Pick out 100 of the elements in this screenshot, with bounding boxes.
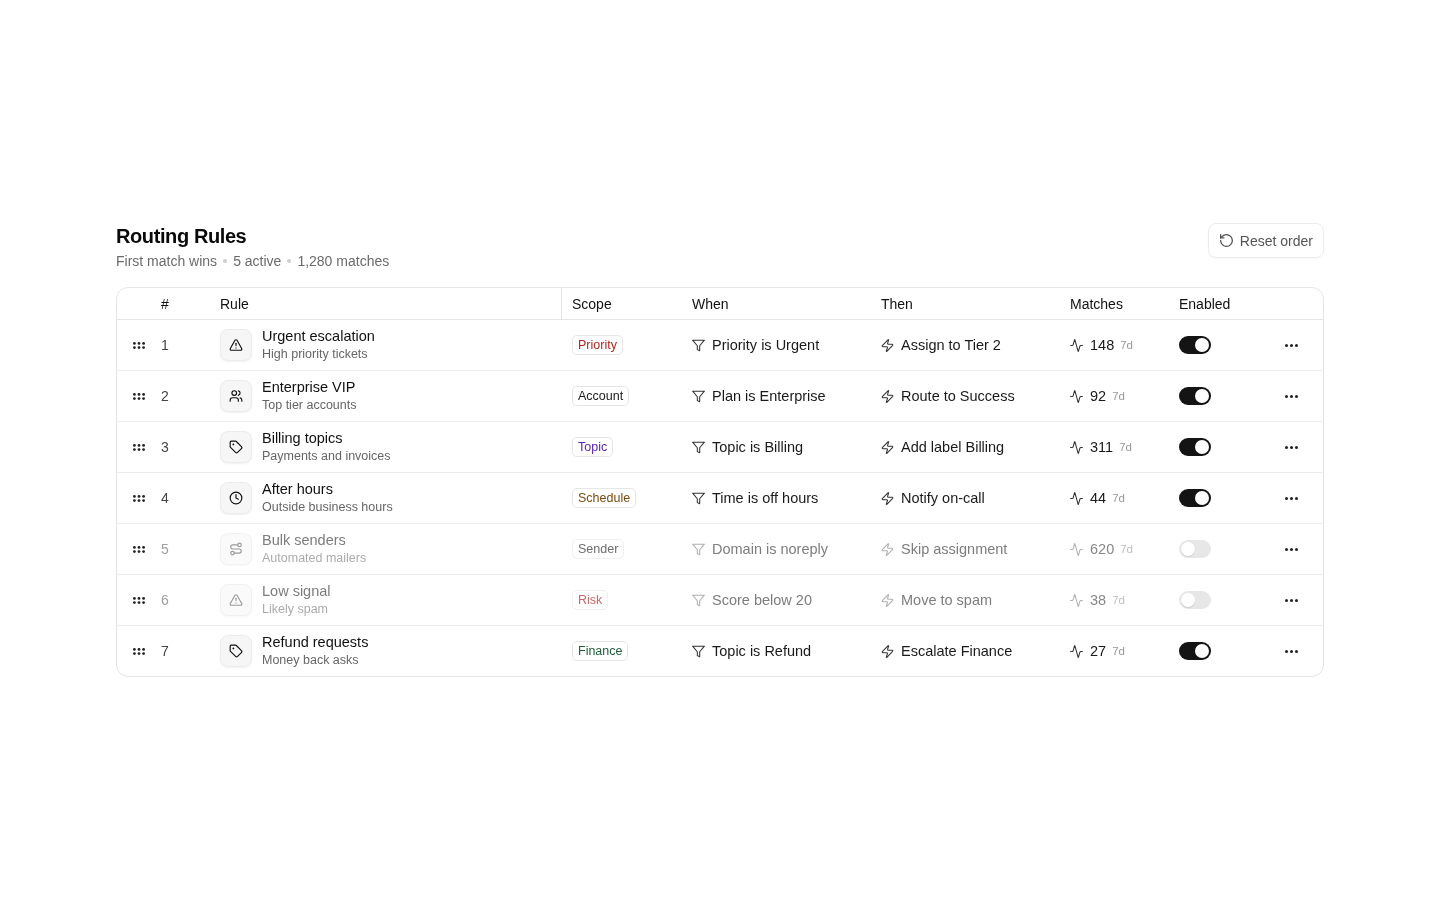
pulse-icon [1070,542,1083,556]
more-icon[interactable] [1285,343,1298,347]
scope-tag: Topic [572,437,614,457]
scope-tag: Priority [572,335,623,355]
drag-handle-icon[interactable] [133,341,145,349]
lightning-icon [881,338,894,352]
match-count: 27 [1090,643,1107,659]
more-icon[interactable] [1285,547,1298,551]
action-text: Assign to Tier 2 [901,337,1001,353]
page-title: Routing Rules [116,224,248,249]
scope-tag: Risk [572,590,609,610]
match-count: 38 [1090,592,1107,608]
row-number: 3 [161,439,169,455]
toggle-switch[interactable] [1179,540,1211,558]
rule-title: Enterprise VIP [262,378,357,397]
rule-description: Likely spam [262,601,329,618]
row-number: 1 [161,337,169,353]
scope-tag: Account [572,386,630,406]
pulse-icon [1070,338,1083,352]
column-header: Matches [1070,295,1123,312]
match-period: 7d [1119,441,1132,453]
match-period: 7d [1112,492,1125,504]
column-header: When [692,295,729,312]
drag-handle-icon[interactable] [133,494,145,502]
scope-tag: Sender [572,539,625,559]
pulse-icon [1070,644,1083,658]
toggle-switch[interactable] [1179,336,1211,354]
rule-description: Automated mailers [262,550,367,567]
pulse-icon [1070,440,1083,454]
toggle-switch[interactable] [1179,642,1211,660]
condition-text: Score below 20 [712,592,812,608]
tag-icon [220,635,252,667]
separator-dot-icon [287,259,292,263]
drag-handle-icon[interactable] [133,647,145,655]
filter-icon [692,491,705,505]
condition-text: Domain is noreply [712,541,829,557]
scope-tag: Finance [572,641,629,661]
lightning-icon [881,542,894,556]
rule-description: Money back asks [262,652,360,669]
column-header: Rule [220,295,249,312]
match-count: 311 [1090,439,1114,455]
toggle-switch[interactable] [1179,489,1211,507]
match-count: 148 [1090,337,1115,353]
separator-dot-icon [223,259,228,263]
rule-title: Billing topics [262,429,344,448]
more-icon[interactable] [1285,445,1298,449]
row-number: 2 [161,388,169,404]
rule-description: Top tier accounts [262,397,357,414]
pulse-icon [1070,389,1083,403]
row-number: 5 [161,541,169,557]
rule-description: Payments and invoices [262,448,391,465]
row-number: 7 [161,643,169,659]
lightning-icon [881,440,894,454]
drag-handle-icon[interactable] [133,443,145,451]
rule-title: Urgent escalation [262,327,375,346]
lightning-icon [881,491,894,505]
row-number: 6 [161,592,169,608]
action-text: Route to Success [901,388,1015,404]
scope-tag: Schedule [572,488,637,508]
drag-handle-icon[interactable] [133,392,145,400]
match-period: 7d [1112,390,1125,402]
filter-icon [692,338,705,352]
summary-text: First match wins [116,252,218,271]
action-text: Move to spam [901,592,993,608]
drag-handle-icon[interactable] [133,596,145,604]
match-count: 92 [1090,388,1107,404]
rule-description: High priority tickets [262,346,369,363]
filter-icon [692,440,705,454]
column-header: Enabled [1179,295,1231,312]
action-text: Add label Billing [901,439,1005,455]
lightning-icon [881,644,894,658]
pulse-icon [1070,593,1083,607]
lightning-icon [881,593,894,607]
more-icon[interactable] [1285,394,1298,398]
pulse-icon [1070,491,1083,505]
toggle-switch[interactable] [1179,438,1211,456]
condition-text: Plan is Enterprise [712,388,826,404]
toggle-switch[interactable] [1179,591,1211,609]
match-period: 7d [1120,339,1133,351]
more-icon[interactable] [1285,496,1298,500]
match-period: 7d [1112,594,1125,606]
drag-handle-icon[interactable] [133,545,145,553]
rule-title: After hours [262,480,334,499]
condition-text: Time is off hours [712,490,819,506]
column-header: # [161,295,169,312]
match-count: 44 [1090,490,1107,506]
filter-icon [692,644,705,658]
match-period: 7d [1112,645,1125,657]
toggle-switch[interactable] [1179,387,1211,405]
more-icon[interactable] [1285,649,1298,653]
reset-order-button[interactable]: Reset order [1207,223,1324,258]
more-icon[interactable] [1285,598,1298,602]
action-text: Skip assignment [901,541,1008,557]
rule-description: Outside business hours [262,499,393,516]
tag-icon [220,431,252,463]
route-icon [220,533,252,565]
rule-title: Refund requests [262,633,369,652]
lightning-icon [881,389,894,403]
condition-text: Topic is Refund [712,643,812,659]
action-text: Notify on-call [901,490,985,506]
